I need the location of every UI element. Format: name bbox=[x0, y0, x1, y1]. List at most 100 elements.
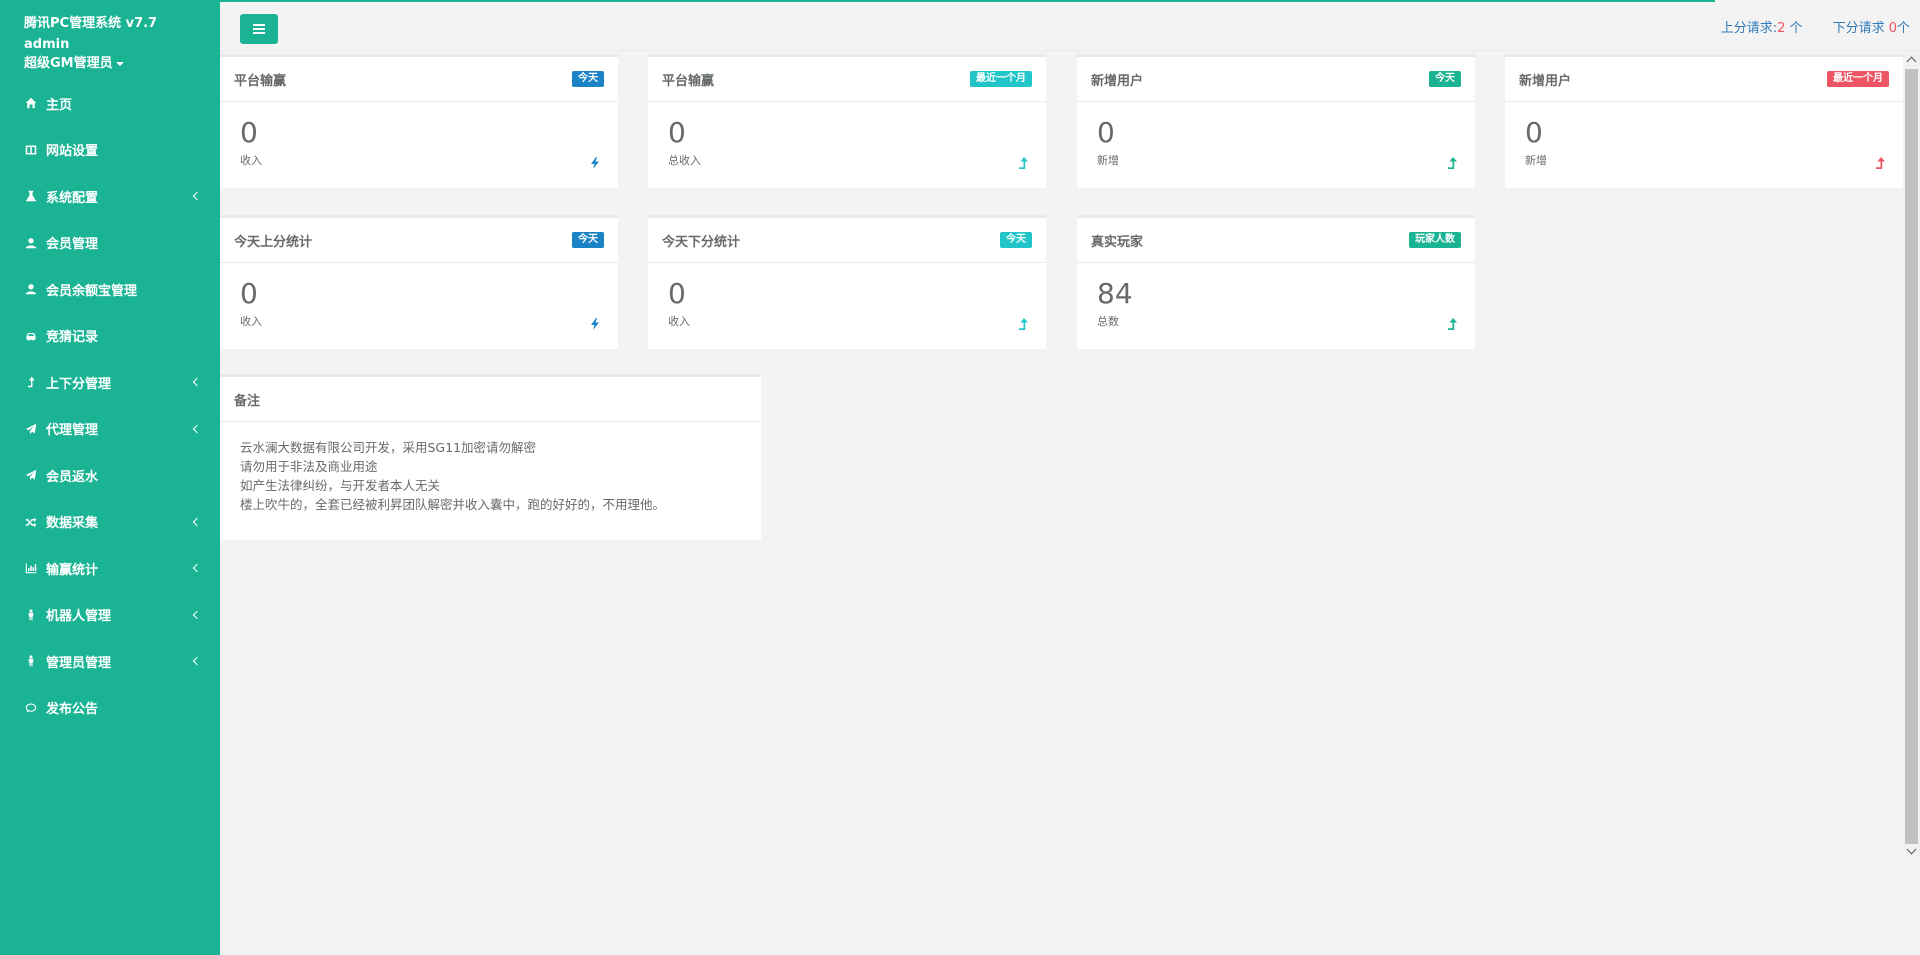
sidebar-item-win-loss-stats[interactable]: 输赢统计 bbox=[0, 545, 220, 592]
stat-card-platform-today: 平台输赢 今天 0 收入 bbox=[220, 54, 618, 188]
stat-card-new-users-month: 新增用户 最近一个月 0 新增 bbox=[1505, 54, 1903, 188]
notes-body: 云水澜大数据有限公司开发，采用SG11加密请勿解密 请勿用于非法及商业用途 如产… bbox=[220, 422, 761, 540]
sidebar-item-label: 管理员管理 bbox=[46, 655, 112, 671]
level-up-icon bbox=[1447, 315, 1457, 330]
sidebar-item-guess-records[interactable]: 竞猜记录 bbox=[0, 313, 220, 360]
card-title-bar: 今天下分统计 今天 bbox=[648, 218, 1046, 263]
sidebar-item-member-management[interactable]: 会员管理 bbox=[0, 220, 220, 267]
stat-caption: 新增 bbox=[1525, 154, 1547, 167]
stat-caption: 收入 bbox=[240, 154, 262, 167]
sidebar-item-label: 发布公告 bbox=[46, 702, 99, 718]
stat-caption: 收入 bbox=[240, 315, 262, 328]
sidebar-item-label: 输赢统计 bbox=[46, 562, 99, 578]
flask-icon bbox=[24, 189, 38, 203]
role-label: 超级GM管理员 bbox=[24, 56, 113, 71]
chevron-left-icon bbox=[192, 424, 202, 433]
up-request-unit: 个 bbox=[1785, 21, 1803, 36]
card-body: 0 新增 bbox=[1077, 102, 1475, 188]
sidebar-item-label: 系统配置 bbox=[46, 190, 99, 206]
sidebar-item-data-collection[interactable]: 数据采集 bbox=[0, 499, 220, 546]
level-up-icon bbox=[1018, 315, 1028, 330]
user-icon bbox=[24, 236, 38, 250]
notes-line: 云水澜大数据有限公司开发，采用SG11加密请勿解密 bbox=[240, 440, 537, 455]
stat-value: 0 bbox=[240, 277, 258, 310]
sidebar-item-up-down-points[interactable]: 上下分管理 bbox=[0, 359, 220, 406]
card-title-bar: 今天上分统计 今天 bbox=[220, 218, 618, 263]
sidebar-item-member-rebate[interactable]: 会员返水 bbox=[0, 452, 220, 499]
sidebar-item-label: 数据采集 bbox=[46, 516, 99, 532]
card-badge: 最近一个月 bbox=[1827, 71, 1889, 87]
scroll-up-icon[interactable] bbox=[1906, 56, 1917, 67]
top-navbar: 上分请求:2 个 下分请求 0个 bbox=[220, 0, 1920, 51]
sidebar-item-system-config[interactable]: 系统配置 bbox=[0, 173, 220, 220]
main-content: 平台输赢 今天 0 收入 平台输赢 最近一个月 0 总收入 新增用户 今天 0 新增 … bbox=[220, 51, 1903, 955]
user-icon bbox=[24, 282, 38, 296]
sidebar-item-label: 上下分管理 bbox=[46, 376, 112, 392]
stat-caption: 总收入 bbox=[668, 154, 701, 167]
sidebar-item-publish-notice[interactable]: 发布公告 bbox=[0, 685, 220, 732]
sidebar-item-label: 网站设置 bbox=[46, 144, 99, 160]
scroll-down-icon[interactable] bbox=[1906, 844, 1917, 855]
sidebar-item-label: 代理管理 bbox=[46, 423, 99, 439]
system-title: 腾讯PC管理系统 v7.7 bbox=[24, 16, 158, 31]
card-title-bar: 真实玩家 玩家人数 bbox=[1077, 218, 1475, 263]
card-badge: 今天 bbox=[1000, 232, 1032, 248]
stat-card-new-users-today: 新增用户 今天 0 新增 bbox=[1077, 54, 1475, 188]
notes-line: 楼上吹牛的，全套已经被利昇团队解密并收入囊中，跑的好好的，不用理他。 bbox=[240, 497, 666, 512]
role-dropdown[interactable]: 超级GM管理员 bbox=[24, 55, 220, 73]
chevron-left-icon bbox=[192, 657, 202, 666]
stat-value: 0 bbox=[240, 116, 258, 149]
card-title: 今天下分统计 bbox=[662, 234, 741, 250]
sidebar-item-robot-management[interactable]: 机器人管理 bbox=[0, 592, 220, 639]
card-badge: 今天 bbox=[572, 232, 604, 248]
sidebar-item-agent-management[interactable]: 代理管理 bbox=[0, 406, 220, 453]
up-points-request-link[interactable]: 上分请求:2 个 bbox=[1721, 17, 1803, 36]
stat-value: 0 bbox=[1097, 116, 1115, 149]
stat-card-today-up-points: 今天上分统计 今天 0 收入 bbox=[220, 215, 618, 349]
stat-card-platform-month: 平台输赢 最近一个月 0 总收入 bbox=[648, 54, 1046, 188]
sidebar-nav: 主页 网站设置 系统配置 会员管理 会员余额宝管理 竞猜记录 上下分管理 代理管… bbox=[0, 80, 220, 731]
male-icon bbox=[24, 608, 38, 622]
chevron-left-icon bbox=[192, 564, 202, 573]
stat-card-real-players: 真实玩家 玩家人数 84 总数 bbox=[1077, 215, 1475, 349]
down-request-count: 0 bbox=[1888, 21, 1897, 36]
card-title: 真实玩家 bbox=[1091, 234, 1144, 250]
card-title: 平台输赢 bbox=[662, 73, 715, 89]
stat-value: 0 bbox=[668, 277, 686, 310]
card-body: 0 收入 bbox=[220, 263, 618, 349]
paper-plane-icon bbox=[24, 468, 38, 482]
username: admin bbox=[24, 37, 70, 52]
stat-value: 0 bbox=[668, 116, 686, 149]
card-title-bar: 新增用户 今天 bbox=[1077, 57, 1475, 102]
sidebar-item-member-balance[interactable]: 会员余额宝管理 bbox=[0, 266, 220, 313]
page-load-progress bbox=[220, 0, 1715, 2]
bolt-icon bbox=[590, 154, 600, 169]
chevron-left-icon bbox=[192, 378, 202, 387]
sidebar-item-label: 竞猜记录 bbox=[46, 330, 99, 346]
sidebar-item-home[interactable]: 主页 bbox=[0, 80, 220, 127]
chevron-left-icon bbox=[192, 610, 202, 619]
paper-plane-icon bbox=[24, 422, 38, 436]
sidebar-toggle-button[interactable] bbox=[240, 14, 278, 44]
notes-line: 如产生法律纠纷，与开发者本人无关 bbox=[240, 478, 441, 493]
card-badge: 玩家人数 bbox=[1409, 232, 1461, 248]
page-scrollbar[interactable] bbox=[1903, 51, 1920, 861]
notes-line: 请勿用于非法及商业用途 bbox=[240, 459, 378, 474]
down-request-label: 下分请求 bbox=[1832, 21, 1889, 36]
sidebar-item-label: 会员返水 bbox=[46, 469, 99, 485]
sidebar-item-site-settings[interactable]: 网站设置 bbox=[0, 127, 220, 174]
sidebar-item-admin-management[interactable]: 管理员管理 bbox=[0, 638, 220, 685]
stat-caption: 收入 bbox=[668, 315, 690, 328]
down-points-request-link[interactable]: 下分请求 0个 bbox=[1833, 17, 1910, 36]
profile-block: 腾讯PC管理系统 v7.7 admin 超级GM管理员 bbox=[0, 0, 220, 73]
card-title-bar: 平台输赢 今天 bbox=[220, 57, 618, 102]
bars-icon bbox=[253, 28, 265, 30]
sidebar-item-label: 机器人管理 bbox=[46, 609, 112, 625]
down-request-unit: 个 bbox=[1896, 21, 1910, 36]
card-badge: 今天 bbox=[1429, 71, 1461, 87]
scrollbar-thumb[interactable] bbox=[1905, 69, 1918, 844]
stat-caption: 总数 bbox=[1097, 315, 1119, 328]
level-up-icon bbox=[1875, 154, 1885, 169]
stat-card-today-down-points: 今天下分统计 今天 0 收入 bbox=[648, 215, 1046, 349]
sidebar-item-label: 会员余额宝管理 bbox=[46, 283, 138, 299]
